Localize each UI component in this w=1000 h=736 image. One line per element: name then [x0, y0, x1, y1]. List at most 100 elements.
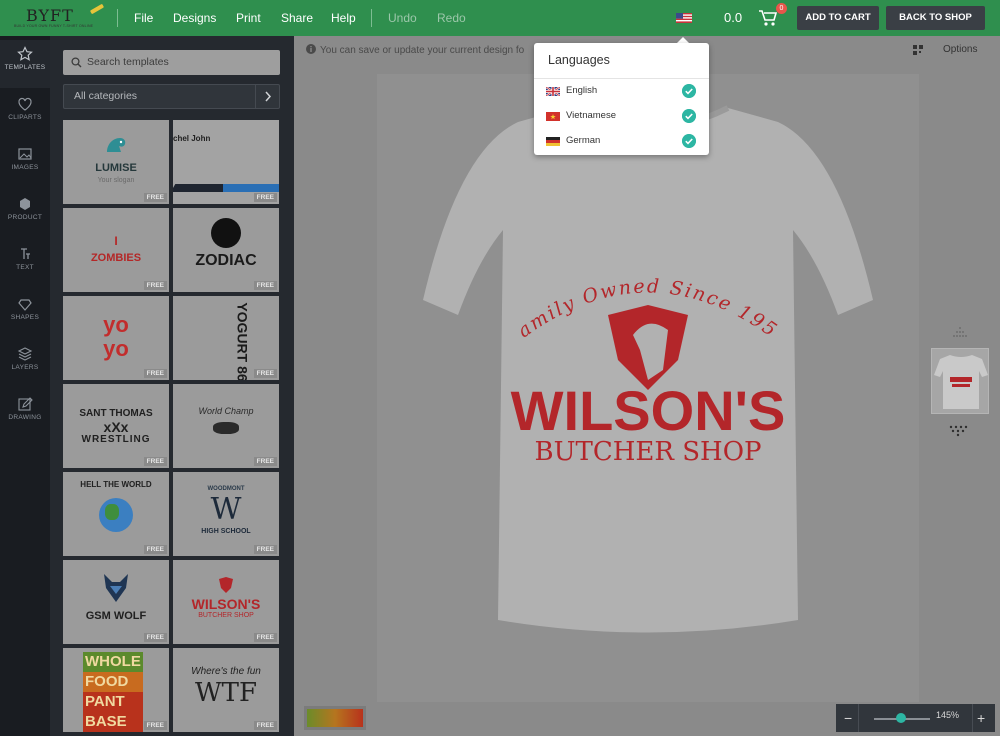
category-select[interactable]: All categories: [63, 84, 280, 109]
template-tile-woodmont[interactable]: WOODMONT W HIGH SCHOOL FREE: [173, 472, 279, 556]
rail-cliparts[interactable]: CLIPARTS: [0, 90, 50, 138]
image-icon: [18, 148, 32, 160]
tile-text: yo: [103, 336, 129, 361]
rail-text[interactable]: TEXT: [0, 240, 50, 288]
template-tile-wilsons[interactable]: WILSON'S BUTCHER SHOP FREE: [173, 560, 279, 644]
text-icon: [21, 248, 30, 259]
star-icon: [17, 46, 33, 61]
zoom-slider-handle[interactable]: [896, 713, 906, 723]
template-tile-world-champ[interactable]: World Champ FREE: [173, 384, 279, 468]
tile-text: YOGURT 86: [234, 302, 251, 380]
info-icon: [306, 44, 316, 54]
tool-rail: TEMPLATES CLIPARTS IMAGES PRODUCT TEXT S…: [0, 36, 50, 736]
rail-label: TEMPLATES: [4, 64, 46, 71]
qr-icon: [913, 45, 923, 55]
rail-shapes[interactable]: SHAPES: [0, 290, 50, 338]
menu-help[interactable]: Help: [331, 0, 356, 36]
rail-label: PRODUCT: [7, 214, 43, 221]
heart-icon: [18, 97, 32, 111]
template-tile-lumise[interactable]: LUMISE Your slogan FREE: [63, 120, 169, 204]
tile-text: PANT: [83, 692, 143, 712]
scroll-up-icon[interactable]: [950, 326, 970, 338]
template-tile-business-card[interactable]: chel John FREE: [173, 120, 279, 204]
tile-text: WRESTLING: [81, 434, 151, 445]
template-tile-wtf[interactable]: Where's the fun WTF FREE: [173, 648, 279, 732]
rail-templates[interactable]: TEMPLATES: [0, 40, 50, 88]
scroll-down-icon[interactable]: [948, 424, 972, 438]
rail-label: CLIPARTS: [8, 114, 42, 121]
tile-text: SANT THOMAS: [79, 408, 153, 419]
free-badge: FREE: [143, 633, 167, 642]
tile-text: BUTCHER SHOP: [198, 612, 254, 619]
template-tile-zodiac[interactable]: ZODIAC FREE: [173, 208, 279, 292]
wolf-logo-icon: [104, 574, 128, 602]
free-badge: FREE: [143, 545, 167, 554]
zoom-out-button[interactable]: −: [844, 704, 852, 732]
menu-file[interactable]: File: [134, 0, 153, 36]
zoom-in-button[interactable]: +: [977, 704, 985, 732]
free-badge: FREE: [253, 369, 277, 378]
byft-logo[interactable]: BYFT BUILD YOUR OWN FUNNY T-SHIRT ONLINE: [14, 3, 106, 33]
back-to-shop-button[interactable]: BACK TO SHOP: [886, 6, 985, 30]
free-badge: FREE: [253, 457, 277, 466]
notice-text: You can save or update your current desi…: [320, 45, 525, 56]
logo-tagline: BUILD YOUR OWN FUNNY T-SHIRT ONLINE: [14, 24, 94, 28]
add-to-cart-button[interactable]: ADD TO CART: [797, 6, 879, 30]
free-badge: FREE: [143, 721, 167, 730]
menu-print[interactable]: Print: [236, 0, 261, 36]
design-title: WILSON'S: [511, 379, 786, 442]
check-icon: [682, 134, 696, 148]
language-option-german[interactable]: German: [534, 129, 709, 153]
cart-icon[interactable]: [758, 9, 778, 27]
template-tile-zombies[interactable]: I ZOMBIES FREE: [63, 208, 169, 292]
rail-label: IMAGES: [11, 164, 39, 171]
free-badge: FREE: [253, 721, 277, 730]
category-next-button[interactable]: [255, 85, 279, 108]
redo-button[interactable]: Redo: [437, 0, 466, 36]
menu-share[interactable]: Share: [281, 0, 313, 36]
options-label: Options: [943, 44, 978, 55]
vietnam-flag-icon: [546, 112, 560, 121]
tile-text: Where's the fun: [191, 666, 261, 677]
design-subtitle: BUTCHER SHOP: [534, 437, 761, 467]
template-tile-yoyo[interactable]: yo yo FREE: [63, 296, 169, 380]
pencil-icon: [89, 3, 105, 15]
search-placeholder: Search templates: [87, 56, 169, 68]
zoom-level: 145%: [936, 710, 960, 720]
free-badge: FREE: [253, 193, 277, 202]
template-tile-yogurt[interactable]: YOGURT 86 FREE: [173, 296, 279, 380]
search-templates-input[interactable]: Search templates: [63, 50, 280, 75]
rail-label: SHAPES: [10, 314, 40, 321]
undo-button[interactable]: Undo: [388, 0, 417, 36]
free-badge: FREE: [143, 281, 167, 290]
shield-icon: [219, 577, 233, 593]
free-badge: FREE: [253, 633, 277, 642]
language-label: German: [566, 135, 601, 146]
tile-text: LUMISE: [95, 162, 137, 174]
dragon-logo-icon: [107, 138, 126, 152]
us-flag-icon[interactable]: [676, 13, 692, 23]
uk-flag-icon: [546, 87, 560, 96]
tile-text: WILSON'S: [191, 596, 261, 612]
template-tile-whole-food[interactable]: WHOLE FOOD PANT BASE FREE: [63, 648, 169, 732]
rail-layers[interactable]: LAYERS: [0, 340, 50, 388]
search-icon: [71, 57, 82, 68]
language-label: Vietnamese: [566, 110, 616, 121]
tshirt-mockup[interactable]: Family Owned Since 1958 WILSON'S BUTCHER…: [418, 100, 878, 640]
language-option-english[interactable]: English: [534, 79, 709, 103]
template-tile-wrestling[interactable]: SANT THOMAS xXx WRESTLING FREE: [63, 384, 169, 468]
cube-icon: [20, 198, 30, 210]
rail-images[interactable]: IMAGES: [0, 140, 50, 188]
product-view-thumbnail[interactable]: [931, 348, 989, 414]
diamond-icon: [18, 299, 32, 311]
rail-product[interactable]: PRODUCT: [0, 190, 50, 238]
color-swatch[interactable]: [304, 706, 366, 730]
menu-designs[interactable]: Designs: [173, 0, 216, 36]
rail-drawing[interactable]: DRAWING: [0, 390, 50, 438]
check-icon: [682, 109, 696, 123]
language-option-vietnamese[interactable]: Vietnamese: [534, 104, 709, 128]
template-tile-gsm-wolf[interactable]: GSM WOLF FREE: [63, 560, 169, 644]
template-tile-hell-the-world[interactable]: HELL THE WORLD FREE: [63, 472, 169, 556]
top-bar: BYFT BUILD YOUR OWN FUNNY T-SHIRT ONLINE…: [0, 0, 1000, 36]
free-badge: FREE: [253, 281, 277, 290]
